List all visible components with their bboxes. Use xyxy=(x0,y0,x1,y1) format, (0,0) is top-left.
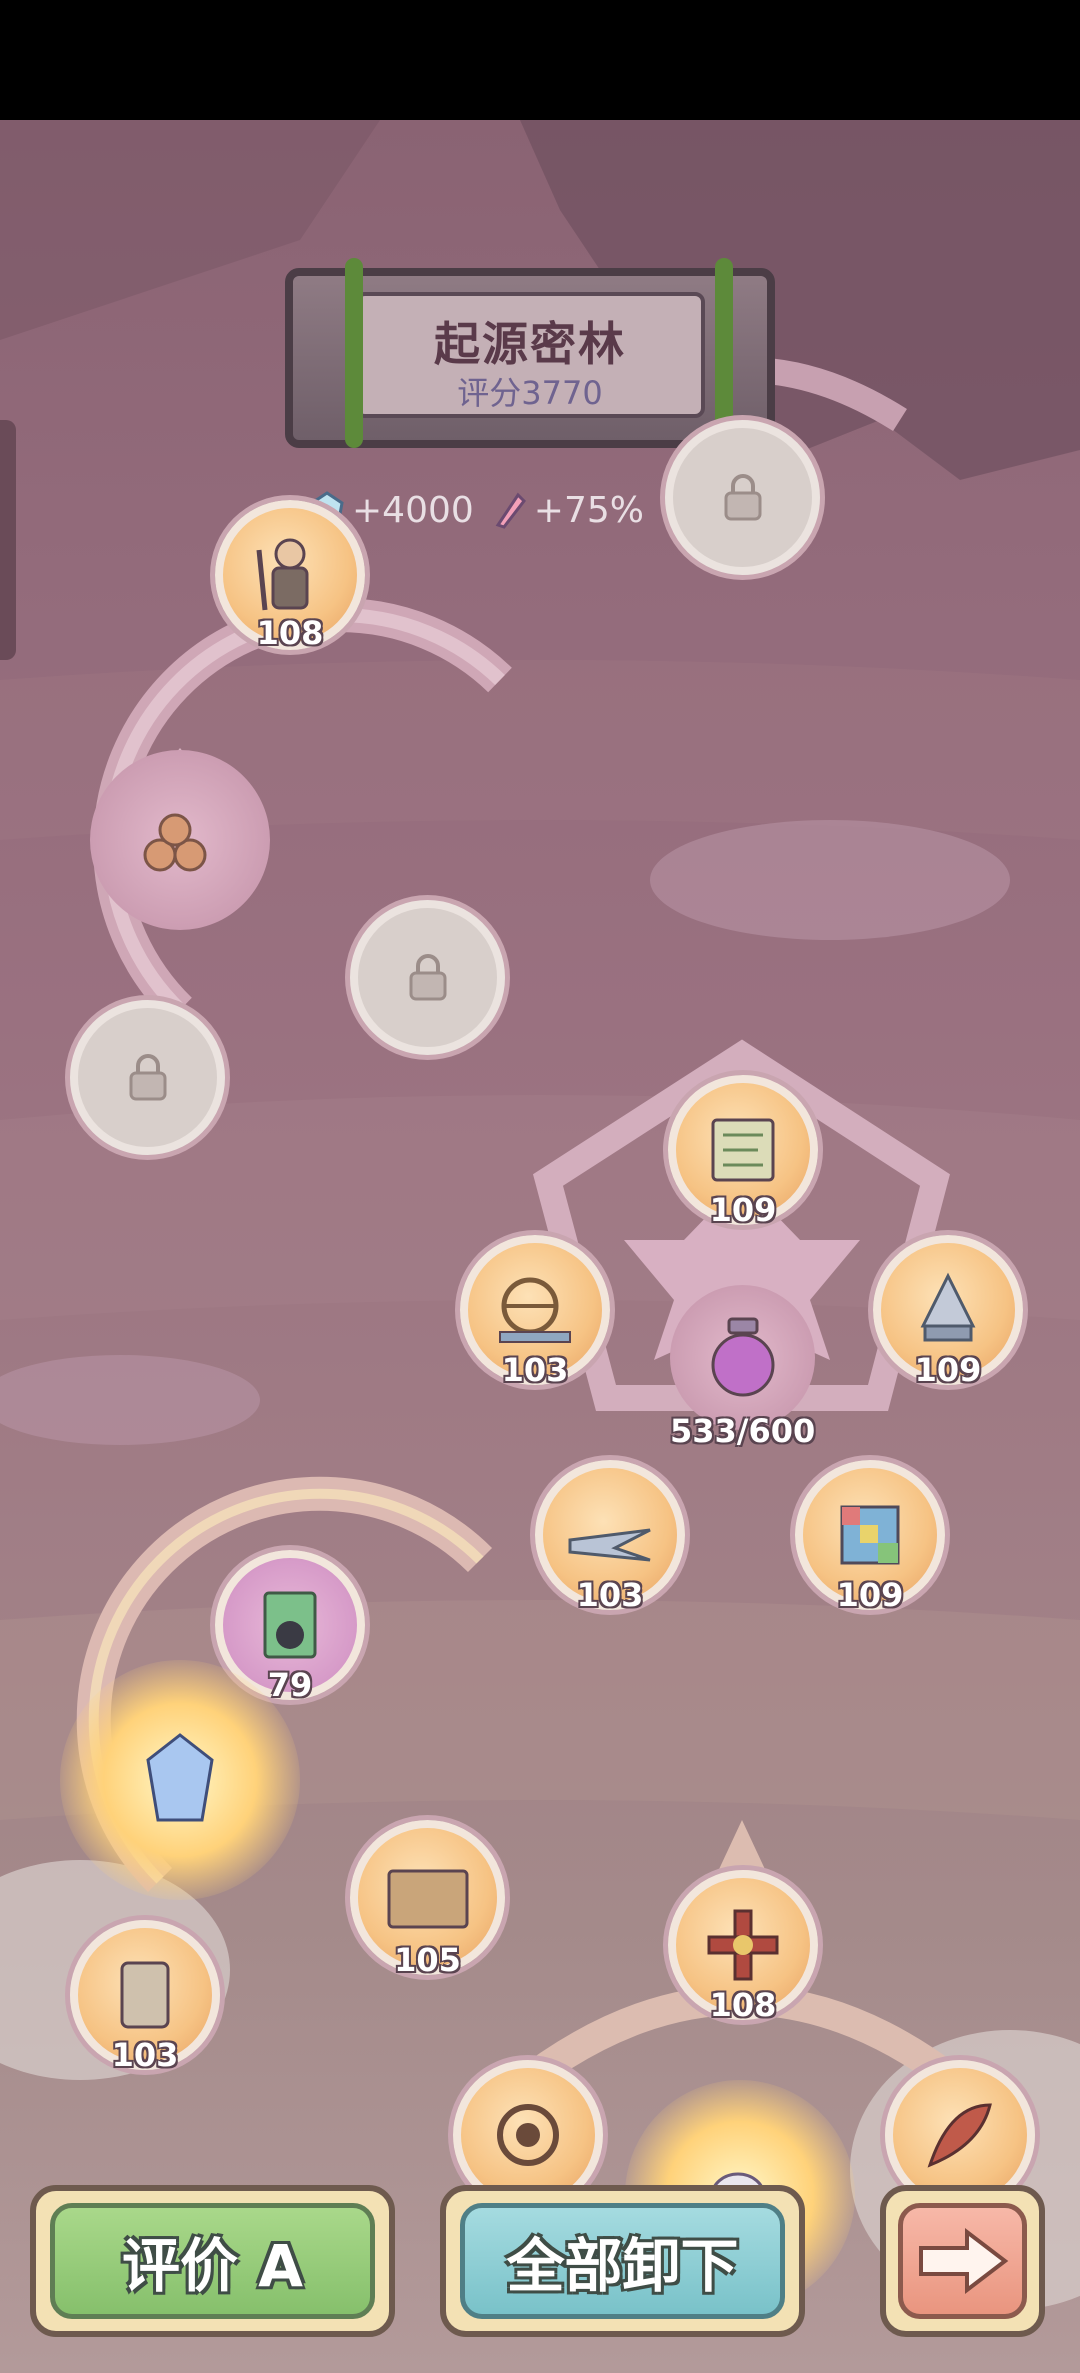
gem-bonus-text: +4000 xyxy=(352,489,474,531)
unload-all-button[interactable]: 全部卸下 xyxy=(460,2203,785,2319)
soldier-figure-icon xyxy=(256,538,309,611)
node-level: 103 xyxy=(501,1351,569,1389)
node-level: 103 xyxy=(111,2036,179,2074)
skill-tree-scene[interactable]: 起源密林 评分3770 +4000 +75% ? 108 xyxy=(0,120,1080,2373)
logs-icon xyxy=(143,813,207,872)
crystal-bonus-text: +75% xyxy=(533,489,644,531)
node-armillary[interactable]: 103 xyxy=(460,1235,610,1389)
node-lock-a[interactable] xyxy=(350,900,505,1055)
sun-disc-icon xyxy=(497,2104,559,2166)
node-lock-top[interactable] xyxy=(665,420,820,575)
stone-tablet-icon xyxy=(387,1869,468,1928)
feather-icon xyxy=(927,2103,992,2168)
arrow-right-icon xyxy=(918,2227,1008,2295)
area-score: 评分3770 xyxy=(457,374,603,412)
node-cross[interactable]: 108 xyxy=(668,1870,818,2024)
node-level: 108 xyxy=(709,1986,777,2024)
lock-icon xyxy=(129,1053,166,1100)
lock-icon xyxy=(724,473,761,520)
map-scroll-icon xyxy=(711,1118,775,1182)
area-sign: 起源密林 评分3770 xyxy=(285,258,775,448)
node-lock-b[interactable] xyxy=(70,1000,225,1155)
area-title: 起源密林 xyxy=(434,317,626,371)
armillary-sphere-icon xyxy=(499,1277,571,1343)
crystal-quill-icon xyxy=(495,492,526,529)
node-ancient-scroll[interactable]: 103 xyxy=(70,1920,220,2074)
side-drawer-handle[interactable] xyxy=(0,420,16,660)
potion-jar-icon xyxy=(711,1317,774,1396)
ancient-scroll-icon xyxy=(120,1961,170,2029)
node-level: 103 xyxy=(576,1576,644,1614)
node-level: 108 xyxy=(256,614,324,652)
node-logs[interactable] xyxy=(90,750,270,930)
node-cube[interactable]: 109 xyxy=(795,1460,945,1614)
game-screen: 起源密林 评分3770 +4000 +75% ? 108 xyxy=(0,0,1080,2373)
ornate-cross-icon xyxy=(707,1909,779,1981)
lock-icon xyxy=(409,953,446,1000)
cat-book-icon xyxy=(263,1591,317,1659)
crystal-bonus: +75% xyxy=(492,490,644,531)
node-jet[interactable]: 103 xyxy=(535,1460,685,1614)
status-bar xyxy=(0,0,1080,120)
node-potion[interactable]: 533/600 xyxy=(670,1285,815,1450)
rubiks-cube-icon xyxy=(840,1505,900,1565)
node-map-scroll[interactable]: 109 xyxy=(668,1075,818,1229)
space-capsule-icon xyxy=(920,1272,976,1342)
potion-progress: 533/600 xyxy=(670,1412,816,1450)
node-rune-crystal[interactable] xyxy=(60,1660,300,1900)
node-capsule[interactable]: 109 xyxy=(873,1235,1023,1389)
rune-crystal-icon xyxy=(146,1733,214,1822)
node-soldier[interactable]: 108 xyxy=(215,500,365,652)
rate-button[interactable]: 评价 A xyxy=(50,2203,375,2319)
node-level: 105 xyxy=(394,1941,461,1979)
next-button[interactable] xyxy=(898,2203,1027,2319)
node-level: 109 xyxy=(914,1351,982,1389)
node-level: 109 xyxy=(836,1576,904,1614)
node-tablet[interactable]: 105 xyxy=(350,1820,505,1979)
fighter-jet-icon xyxy=(568,1528,651,1562)
node-level: 109 xyxy=(709,1191,777,1229)
